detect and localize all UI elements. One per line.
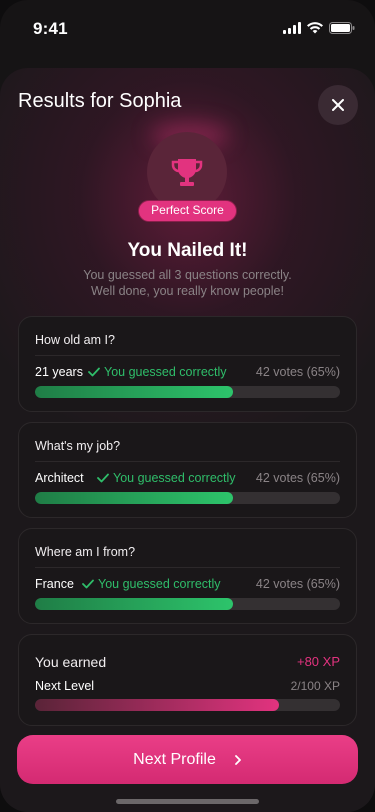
check-icon: [88, 367, 100, 377]
next-profile-label: Next Profile: [133, 750, 216, 768]
status-time: 9:41: [33, 19, 68, 38]
wifi-icon: [307, 22, 323, 34]
status-badge: Perfect Score: [138, 200, 237, 222]
vote-progress-fill: [35, 492, 234, 504]
close-button[interactable]: [318, 85, 358, 125]
vote-progress-bar: [35, 598, 340, 610]
question-card: Where am I from? France You guessed corr…: [18, 528, 357, 624]
battery-icon: [329, 22, 355, 34]
next-level-label: Next Level: [35, 679, 95, 693]
votes-label: 42 votes (65%): [255, 471, 340, 485]
correct-indicator: You guessed correctly: [82, 577, 221, 591]
close-icon: [332, 99, 344, 111]
divider: [35, 355, 340, 356]
divider: [35, 461, 340, 462]
signal-icon: [283, 22, 301, 34]
page-title: Results for Sophia: [18, 90, 182, 112]
divider: [35, 567, 340, 568]
vote-progress-bar: [35, 492, 340, 504]
result-headline: You Nailed It!: [127, 240, 248, 261]
status-icons: [283, 22, 355, 34]
votes-label: 42 votes (65%): [255, 365, 340, 379]
correct-indicator: You guessed correctly: [88, 365, 227, 379]
question-label: How old am I?: [35, 333, 115, 347]
answer-label: France: [35, 577, 74, 591]
vote-progress-bar: [35, 386, 340, 398]
subtext-line: You guessed all 3 questions correctly.: [83, 268, 292, 282]
question-label: What's my job?: [35, 439, 121, 453]
votes-label: 42 votes (65%): [255, 577, 340, 591]
question-label: Where am I from?: [35, 545, 136, 559]
correct-label: You guessed correctly: [104, 365, 227, 379]
answer-label: 21 years: [35, 365, 83, 379]
level-progress-fill: [35, 699, 279, 711]
vote-progress-fill: [35, 386, 234, 398]
vote-progress-fill: [35, 598, 234, 610]
correct-label: You guessed correctly: [98, 577, 221, 591]
result-subtext: You guessed all 3 questions correctly. W…: [60, 267, 315, 299]
status-bar: 9:41: [0, 0, 375, 60]
subtext-line: Well done, you really know people!: [91, 284, 284, 298]
next-level-value: 2/100 XP: [290, 679, 340, 693]
home-indicator: [116, 799, 259, 804]
correct-indicator: You guessed correctly: [97, 471, 236, 485]
xp-card: You earned +80 XP Next Level 2/100 XP: [18, 634, 357, 726]
xp-earned-value: +80 XP: [296, 654, 340, 669]
level-progress-bar: [35, 699, 340, 711]
chevron-right-icon: [234, 754, 241, 765]
trophy-icon: [171, 159, 203, 186]
correct-label: You guessed correctly: [113, 471, 236, 485]
question-card: What's my job? Architect You guessed cor…: [18, 422, 357, 518]
question-card: How old am I? 21 years You guessed corre…: [18, 316, 357, 412]
check-icon: [82, 579, 94, 589]
answer-label: Architect: [35, 471, 84, 485]
check-icon: [97, 473, 109, 483]
xp-earned-label: You earned: [35, 654, 107, 670]
phone-screen: 9:41 Results for Sophia Perfect Score Yo…: [0, 0, 375, 812]
next-profile-button[interactable]: Next Profile: [17, 735, 358, 784]
